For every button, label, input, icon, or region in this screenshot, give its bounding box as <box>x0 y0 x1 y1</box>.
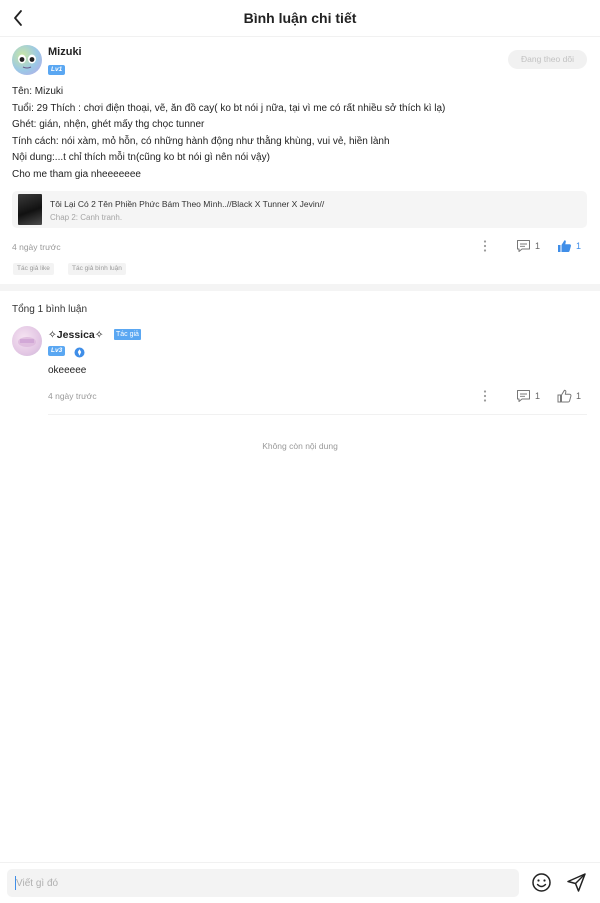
avatar[interactable] <box>12 326 42 356</box>
reply-username[interactable]: ✧Jessica✧ <box>48 329 104 341</box>
thumbs-up-icon <box>558 240 571 252</box>
comment-button[interactable]: 1 <box>516 239 546 253</box>
emoji-icon <box>532 873 551 892</box>
comment-icon <box>517 390 530 402</box>
story-title: Tôi Lại Có 2 Tên Phiền Phức Bám Theo Mìn… <box>50 199 325 209</box>
story-cover-image <box>18 194 42 225</box>
divider <box>48 414 587 415</box>
comment-button[interactable]: 1 <box>516 389 546 403</box>
follow-button[interactable]: Đang theo dõi <box>508 50 587 69</box>
header-bar: Bình luận chi tiết <box>0 0 600 36</box>
comment-line: Tuổi: 29 Thích : chơi điện thoại, vẽ, ăn… <box>12 102 446 114</box>
reply-text: okeeeee <box>48 365 87 376</box>
page-title: Bình luận chi tiết <box>243 10 357 26</box>
story-chapter: Chap 2: Canh tranh. <box>50 213 123 222</box>
story-card[interactable]: Tôi Lại Có 2 Tên Phiền Phức Bám Theo Mìn… <box>12 191 587 228</box>
like-count: 1 <box>576 241 582 251</box>
comment-line: Ghét: gián, nhện, ghét mấy thg chọc tunn… <box>12 119 205 131</box>
emoji-button[interactable] <box>531 872 552 893</box>
comment-icon <box>517 240 530 252</box>
comment-line: Nội dung:...t chỉ thích mỗi tn(cũng ko b… <box>12 152 270 164</box>
comment-line: Tính cách: nói xàm, mỏ hỗn, có những hàn… <box>12 135 390 147</box>
more-vertical-icon <box>483 390 487 402</box>
author-badge: Tác giả <box>114 329 141 340</box>
tag-author-commented: Tác giả bình luận <box>68 263 126 275</box>
comment-input[interactable] <box>7 869 519 897</box>
comment-line: Cho me tham gia nheeeeeee <box>12 168 141 180</box>
like-count: 1 <box>576 391 582 401</box>
comment-count: 1 <box>535 391 541 401</box>
avatar-face-icon <box>18 54 36 69</box>
more-vertical-icon <box>483 240 487 252</box>
like-button[interactable]: 1 <box>557 389 587 403</box>
send-button[interactable] <box>566 872 587 893</box>
section-divider <box>0 284 600 291</box>
comment-count: 1 <box>535 241 541 251</box>
text-caret <box>15 876 16 890</box>
divider <box>0 36 600 37</box>
more-options-button[interactable] <box>478 239 492 253</box>
avatar[interactable] <box>12 45 42 75</box>
comment-text: Tên: Mizuki Tuổi: 29 Thích : chơi điện t… <box>12 84 592 184</box>
level-badge: Lv3 <box>48 346 66 356</box>
username[interactable]: Mizuki <box>48 46 82 58</box>
end-of-content-label: Không còn nội dung <box>262 441 338 451</box>
comment-composer <box>0 862 600 903</box>
more-options-button[interactable] <box>478 389 492 403</box>
send-icon <box>567 873 586 892</box>
timestamp: 4 ngày trước <box>48 391 97 401</box>
verified-badge <box>74 345 85 358</box>
timestamp: 4 ngày trước <box>12 242 61 252</box>
total-comments-label: Tổng 1 bình luận <box>12 304 88 315</box>
verified-icon <box>74 347 85 358</box>
thumbs-up-icon <box>557 389 572 403</box>
like-button[interactable]: 1 <box>557 239 587 253</box>
avatar-image-icon <box>18 337 36 347</box>
level-badge: Lv1 <box>48 65 66 75</box>
comment-line: Tên: Mizuki <box>12 86 64 97</box>
tag-author-liked: Tác giả like <box>13 263 54 275</box>
